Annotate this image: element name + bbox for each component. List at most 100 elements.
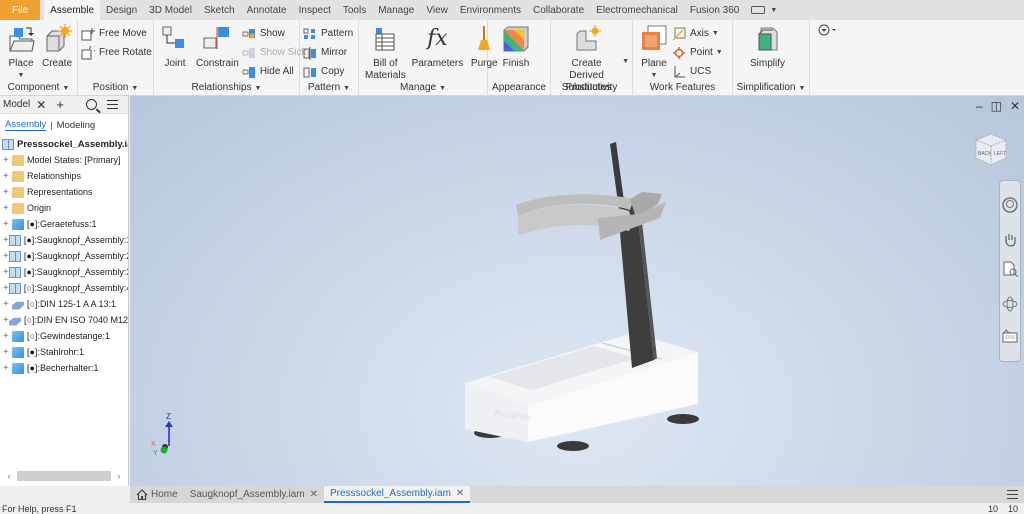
tab-file[interactable]: File: [0, 0, 41, 20]
tree-node[interactable]: + Model States: [Primary]: [2, 152, 128, 168]
panel-manage: Bill of Materials fx Parameters Purge Man…: [359, 20, 498, 96]
finish-button[interactable]: Finish: [498, 22, 534, 72]
doc-tab-saugknopf[interactable]: Saugknopf_Assembly.iam ✕: [184, 486, 324, 503]
mode-assembly[interactable]: Assembly: [5, 119, 47, 131]
point-button[interactable]: Point ▼: [672, 43, 726, 62]
close-icon[interactable]: ✕: [456, 488, 464, 499]
tab-3d-model[interactable]: 3D Model: [143, 0, 198, 20]
tab-tools[interactable]: Tools: [337, 0, 372, 20]
tree-node[interactable]: + [●]:Saugknopf_Assembly:3: [2, 264, 128, 280]
ribbon-display-toggle[interactable]: ▼: [745, 0, 783, 20]
mode-separator: |: [50, 119, 53, 131]
free-move-button[interactable]: Free Move: [81, 24, 155, 43]
tree-node[interactable]: + Relationships: [2, 168, 128, 184]
doc-tab-home[interactable]: Home: [130, 486, 184, 503]
tab-collaborate[interactable]: Collaborate: [527, 0, 590, 20]
tree-node[interactable]: + [●]:Saugknopf_Assembly:2: [2, 248, 128, 264]
ucs-button[interactable]: UCS: [672, 62, 726, 81]
model-render[interactable]: ProfiPrec: [130, 96, 1024, 486]
mode-modeling[interactable]: Modeling: [57, 120, 96, 131]
customize-ribbon-button[interactable]: [810, 20, 846, 95]
browser-horizontal-scrollbar[interactable]: ‹ ›: [4, 470, 124, 482]
assembly-icon: [2, 138, 14, 150]
copy-button[interactable]: Copy: [303, 62, 356, 81]
close-icon[interactable]: ✕: [36, 98, 46, 112]
graphics-viewport[interactable]: – ◫ ✕ BACK LEFT ProfiPrec Z X Y: [130, 96, 1024, 486]
panel-label-relationships[interactable]: Relationships ▼: [154, 82, 299, 95]
place-icon: [6, 24, 36, 54]
axis-icon: [672, 27, 686, 41]
create-button[interactable]: Create: [39, 22, 75, 72]
search-icon[interactable]: [85, 99, 97, 110]
tree-node[interactable]: + [○]:DIN EN ISO 7040 M12: [2, 312, 128, 328]
tree-node[interactable]: + [○]:Gewindestange:1: [2, 328, 128, 344]
expand-icon[interactable]: +: [3, 203, 12, 214]
panel-label-position[interactable]: Position ▼: [78, 82, 153, 95]
tab-manage[interactable]: Manage: [372, 0, 420, 20]
tab-design[interactable]: Design: [100, 0, 143, 20]
expand-icon[interactable]: +: [3, 299, 12, 310]
tab-sketch[interactable]: Sketch: [198, 0, 241, 20]
tree-node[interactable]: + [●]:Becherhalter:1: [2, 360, 128, 376]
panel-label-pattern[interactable]: Pattern ▼: [300, 82, 358, 95]
expand-icon[interactable]: +: [3, 219, 12, 230]
home-icon: [136, 489, 148, 500]
tree-node[interactable]: + [○]:Saugknopf_Assembly:4: [2, 280, 128, 296]
expand-icon[interactable]: +: [3, 363, 12, 374]
tree-node[interactable]: + Origin: [2, 200, 128, 216]
assembly-icon: [8, 250, 21, 262]
expand-icon[interactable]: +: [3, 315, 9, 326]
tab-fusion-360[interactable]: Fusion 360: [684, 0, 745, 20]
tree-node[interactable]: + [○]:DIN 125-1 A A 13:1: [2, 296, 128, 312]
scroll-right-icon[interactable]: ›: [114, 471, 124, 481]
panel-label-manage[interactable]: Manage ▼: [359, 82, 487, 95]
expand-icon[interactable]: +: [3, 347, 12, 358]
show-icon: [242, 27, 256, 41]
pattern-button[interactable]: Pattern: [303, 24, 356, 43]
tree-node[interactable]: + [●]:Stahlrohr:1: [2, 344, 128, 360]
tab-assemble[interactable]: Assemble: [44, 0, 101, 20]
tree-node[interactable]: + [●]:Geraetefuss:1: [2, 216, 128, 232]
tree-node[interactable]: + Representations: [2, 184, 128, 200]
bill-of-materials-icon: [370, 24, 400, 54]
assembly-icon: [8, 234, 21, 246]
constrain-button[interactable]: Constrain: [193, 22, 242, 72]
document-tabs-menu-icon[interactable]: [1007, 490, 1018, 499]
expand-icon[interactable]: +: [3, 155, 12, 166]
doc-tab-presssockel[interactable]: Presssockel_Assembly.iam ✕: [323, 486, 471, 503]
document-tabs: Home Saugknopf_Assembly.iam ✕ Presssockel…: [130, 486, 1024, 503]
tab-view[interactable]: View: [420, 0, 454, 20]
tree-root[interactable]: Presssockel_Assembly.iam: [2, 136, 128, 152]
plane-button[interactable]: Plane ▼: [636, 22, 672, 84]
browser-title[interactable]: Model: [3, 99, 30, 110]
joint-button[interactable]: Joint: [157, 22, 193, 72]
tab-electromechanical[interactable]: Electromechanical: [590, 0, 684, 20]
panel-label-component[interactable]: Component ▼: [0, 82, 77, 95]
expand-icon[interactable]: +: [3, 171, 12, 182]
place-button[interactable]: Place ▼: [3, 22, 39, 84]
scroll-left-icon[interactable]: ‹: [4, 471, 14, 481]
tab-environments[interactable]: Environments: [454, 0, 527, 20]
ribbon: Place ▼ Create Component ▼ Free Move Free…: [0, 20, 1024, 96]
axis-button[interactable]: Axis ▼: [672, 24, 726, 43]
scrollbar-thumb[interactable]: [17, 471, 111, 481]
tree-node[interactable]: + [●]:Saugknopf_Assembly:1: [2, 232, 128, 248]
content-center-part-icon: [9, 317, 22, 326]
expand-icon[interactable]: +: [3, 187, 12, 198]
close-icon[interactable]: ✕: [310, 489, 318, 500]
add-browser-icon[interactable]: +: [56, 97, 64, 112]
y-axis-label: Y: [153, 450, 158, 456]
ucs-icon: [672, 65, 686, 79]
parameters-button[interactable]: fx Parameters: [409, 22, 467, 72]
simplify-button[interactable]: Simplify: [747, 22, 788, 72]
panel-label-simplification[interactable]: Simplification ▼: [733, 82, 809, 95]
tab-annotate[interactable]: Annotate: [241, 0, 293, 20]
tab-inspect[interactable]: Inspect: [293, 0, 337, 20]
free-rotate-button[interactable]: Free Rotate: [81, 43, 155, 62]
mirror-button[interactable]: Mirror: [303, 43, 356, 62]
folder-icon: [12, 170, 24, 182]
bill-of-materials-button[interactable]: Bill of Materials: [362, 22, 409, 84]
y-axis-marker: [160, 446, 168, 454]
menu-icon[interactable]: [106, 100, 118, 109]
expand-icon[interactable]: +: [3, 331, 12, 342]
